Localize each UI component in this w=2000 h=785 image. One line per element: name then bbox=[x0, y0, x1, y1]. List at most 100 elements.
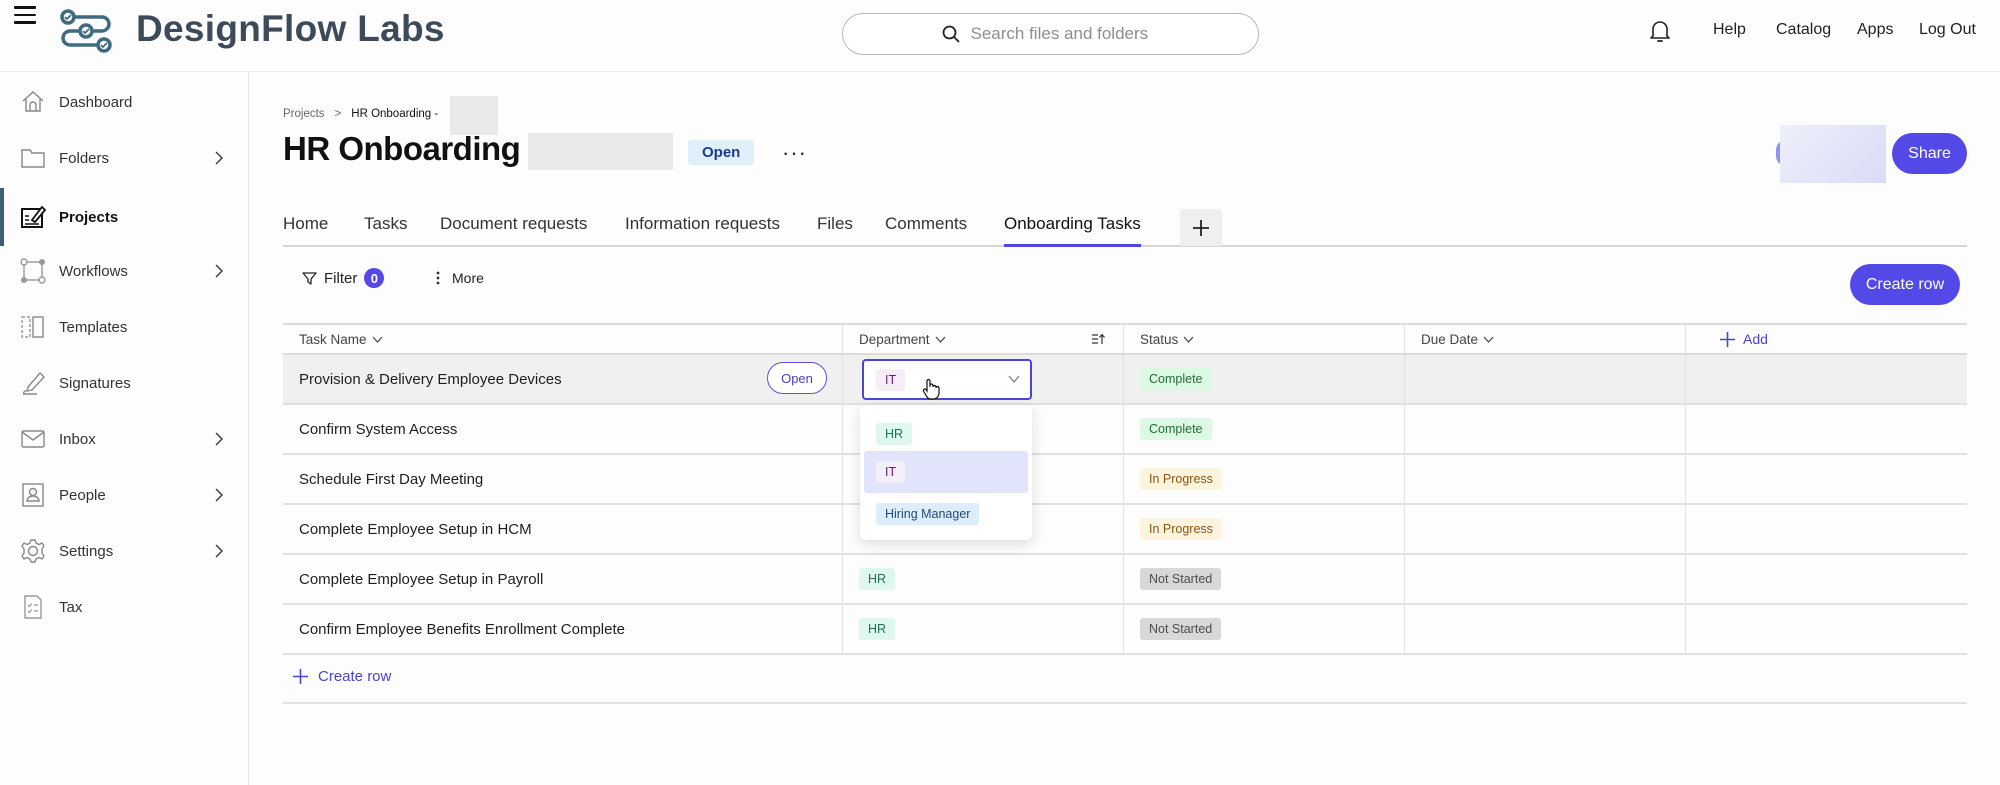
status-badge: Complete bbox=[1140, 418, 1212, 440]
search-input[interactable] bbox=[970, 24, 1161, 44]
tab-document-requests[interactable]: Document requests bbox=[440, 214, 587, 234]
more-options-button[interactable]: ··· bbox=[782, 140, 807, 166]
due-date-cell[interactable] bbox=[1405, 455, 1686, 503]
due-date-cell[interactable] bbox=[1405, 505, 1686, 553]
task-name: Complete Employee Setup in Payroll bbox=[299, 570, 544, 588]
plus-icon bbox=[293, 669, 308, 684]
table-row[interactable]: Confirm Employee Benefits Enrollment Com… bbox=[283, 605, 1967, 655]
breadcrumb-separator: > bbox=[334, 108, 342, 120]
sidebar-item-tax[interactable]: Tax bbox=[0, 585, 249, 629]
status-badge: Not Started bbox=[1140, 618, 1222, 640]
status-cell[interactable]: In Progress bbox=[1124, 455, 1405, 503]
status-cell[interactable]: Not Started bbox=[1124, 555, 1405, 603]
due-date-cell[interactable] bbox=[1405, 605, 1686, 653]
task-name-cell[interactable]: Complete Employee Setup in Payroll bbox=[283, 555, 843, 603]
column-header-task-name[interactable]: Task Name bbox=[283, 325, 843, 353]
table-row[interactable]: Schedule First Day Meeting In Progress bbox=[283, 455, 1967, 505]
table-row[interactable]: Complete Employee Setup in Payroll HR No… bbox=[283, 555, 1967, 605]
task-name-cell[interactable]: Complete Employee Setup in HCM bbox=[283, 505, 843, 553]
chevron-down-icon bbox=[1183, 336, 1194, 343]
option-tag: Hiring Manager bbox=[876, 503, 980, 525]
sidebar-item-people[interactable]: People bbox=[0, 473, 249, 517]
dropdown-option-it[interactable]: IT bbox=[864, 451, 1028, 493]
status-cell[interactable]: In Progress bbox=[1124, 505, 1405, 553]
column-label: Task Name bbox=[299, 331, 367, 347]
sidebar-item-templates[interactable]: Templates bbox=[0, 305, 249, 349]
column-header-status[interactable]: Status bbox=[1124, 325, 1405, 353]
sidebar-item-signatures[interactable]: Signatures bbox=[0, 361, 249, 405]
due-date-cell[interactable] bbox=[1405, 555, 1686, 603]
sidebar-item-label: Settings bbox=[59, 542, 114, 560]
due-date-cell[interactable] bbox=[1405, 405, 1686, 453]
add-column-button[interactable]: Add bbox=[1702, 331, 1768, 347]
table-row[interactable]: Complete Employee Setup in HCM In Progre… bbox=[283, 505, 1967, 555]
chevron-right-icon bbox=[215, 432, 223, 446]
sidebar-item-inbox[interactable]: Inbox bbox=[0, 417, 249, 461]
sidebar-item-label: Tax bbox=[59, 598, 83, 616]
add-column-label: Add bbox=[1743, 331, 1768, 347]
create-row-button[interactable]: Create row bbox=[1850, 264, 1960, 305]
dropdown-option-hr[interactable]: HR bbox=[864, 413, 1028, 455]
department-tag: HR bbox=[859, 568, 896, 590]
tab-home[interactable]: Home bbox=[283, 214, 328, 234]
department-select[interactable]: IT bbox=[862, 359, 1032, 400]
notification-bell-icon[interactable] bbox=[1648, 18, 1672, 44]
task-name-cell[interactable]: Provision & Delivery Employee Devices Op… bbox=[283, 355, 843, 403]
more-button[interactable]: More bbox=[436, 270, 484, 286]
create-row-link[interactable]: Create row bbox=[293, 668, 391, 685]
catalog-link[interactable]: Catalog bbox=[1776, 21, 1831, 39]
add-column-cell: Add bbox=[1686, 325, 1967, 353]
filter-button[interactable]: Filter 0 bbox=[302, 268, 385, 288]
apps-link[interactable]: Apps bbox=[1857, 21, 1893, 39]
column-header-department[interactable]: Department bbox=[843, 325, 1124, 353]
task-name: Confirm System Access bbox=[299, 420, 458, 438]
tab-bar: Home Tasks Document requests Information… bbox=[283, 208, 1967, 247]
option-tag: IT bbox=[876, 461, 906, 483]
tab-tasks[interactable]: Tasks bbox=[364, 214, 407, 234]
help-link[interactable]: Help bbox=[1713, 21, 1746, 39]
share-button[interactable]: Share bbox=[1892, 133, 1967, 174]
pen-icon bbox=[20, 370, 46, 396]
tab-onboarding-tasks[interactable]: Onboarding Tasks bbox=[1004, 214, 1141, 247]
chevron-down-icon bbox=[935, 336, 945, 343]
sidebar-item-projects[interactable]: Projects bbox=[0, 195, 249, 239]
table-row[interactable]: Provision & Delivery Employee Devices Op… bbox=[283, 355, 1967, 405]
sidebar-item-dashboard[interactable]: Dashboard bbox=[0, 80, 249, 124]
status-badge: In Progress bbox=[1140, 468, 1222, 490]
status-cell[interactable]: Not Started bbox=[1124, 605, 1405, 653]
logout-link[interactable]: Log Out bbox=[1919, 21, 1976, 39]
department-cell[interactable]: HR bbox=[843, 555, 1124, 603]
mail-icon bbox=[20, 426, 46, 452]
tab-comments[interactable]: Comments bbox=[885, 214, 967, 234]
table-row[interactable]: Confirm System Access Complete bbox=[283, 405, 1967, 455]
status-badge: Not Started bbox=[1140, 568, 1222, 590]
department-cell[interactable]: HR bbox=[843, 605, 1124, 653]
sidebar-item-label: Templates bbox=[59, 318, 128, 336]
tab-files[interactable]: Files bbox=[817, 214, 853, 234]
template-icon bbox=[20, 314, 46, 340]
folder-icon bbox=[20, 145, 46, 171]
sidebar-item-settings[interactable]: Settings bbox=[0, 529, 249, 573]
open-row-button[interactable]: Open bbox=[767, 362, 827, 394]
due-date-cell[interactable] bbox=[1405, 355, 1686, 403]
search-bar[interactable] bbox=[842, 13, 1259, 55]
task-name-cell[interactable]: Schedule First Day Meeting bbox=[283, 455, 843, 503]
divider bbox=[283, 702, 1967, 704]
status-cell[interactable]: Complete bbox=[1124, 405, 1405, 453]
dropdown-option-hiring-manager[interactable]: Hiring Manager bbox=[864, 493, 1028, 535]
sort-ascending-icon[interactable] bbox=[1091, 333, 1105, 345]
task-name-cell[interactable]: Confirm System Access bbox=[283, 405, 843, 453]
chevron-right-icon bbox=[215, 488, 223, 502]
sidebar-item-folders[interactable]: Folders bbox=[0, 136, 249, 180]
status-cell[interactable]: Complete bbox=[1124, 355, 1405, 403]
filter-icon bbox=[302, 271, 317, 285]
breadcrumb-current: HR Onboarding - bbox=[351, 108, 439, 120]
column-header-due-date[interactable]: Due Date bbox=[1405, 325, 1686, 353]
hamburger-menu-icon[interactable] bbox=[14, 6, 36, 26]
tab-information-requests[interactable]: Information requests bbox=[625, 214, 780, 234]
sidebar-item-workflows[interactable]: Workflows bbox=[0, 249, 249, 293]
add-tab-button[interactable] bbox=[1180, 209, 1222, 246]
breadcrumb-projects-link[interactable]: Projects bbox=[283, 108, 325, 120]
task-name-cell[interactable]: Confirm Employee Benefits Enrollment Com… bbox=[283, 605, 843, 653]
sidebar-item-label: People bbox=[59, 486, 106, 504]
